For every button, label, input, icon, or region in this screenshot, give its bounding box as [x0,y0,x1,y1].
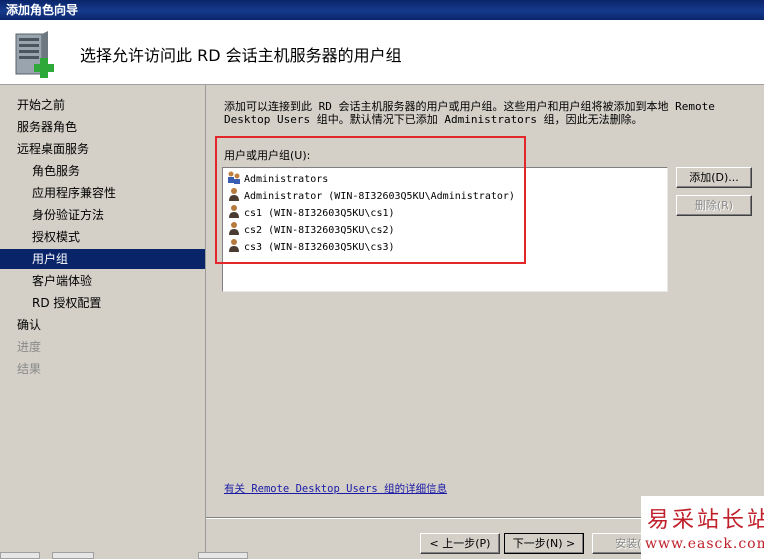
page-description: 添加可以连接到此 RD 会话主机服务器的用户或用户组。这些用户和用户组将被添加到… [224,100,715,126]
add-user-button[interactable]: 添加(D)... [676,167,752,188]
remove-user-button[interactable]: 删除(R) [676,195,752,216]
previous-button[interactable]: < 上一步(P) [420,533,500,554]
nav-step-remote-desktop-services[interactable]: 远程桌面服务 [0,139,205,159]
taskbar-fragment [52,552,94,559]
nav-step-app-compatibility[interactable]: 应用程序兼容性 [0,183,205,203]
user-group-listbox[interactable]: Administrators Administrator (WIN-8I3260… [222,167,668,292]
taskbar-fragment [198,552,248,559]
user-icon [229,188,239,201]
list-item[interactable]: Administrator (WIN-8I32603Q5KU\Administr… [227,187,515,204]
nav-step-rd-licensing-config[interactable]: RD 授权配置 [0,293,205,313]
server-add-role-icon [15,31,54,78]
wizard-content: 添加可以连接到此 RD 会话主机服务器的用户或用户组。这些用户和用户组将被添加到… [206,85,764,559]
entry-text: Administrator (WIN-8I32603Q5KU\Administr… [244,191,515,202]
watermark-url: www.easck.com [645,536,764,552]
nav-step-before-you-begin[interactable]: 开始之前 [0,95,205,115]
entry-text: cs2 (WIN-8I32603Q5KU\cs2) [244,225,395,236]
wizard-header: 选择允许访问此 RD 会话主机服务器的用户组 [0,20,764,85]
wizard-page-title: 选择允许访问此 RD 会话主机服务器的用户组 [80,46,402,65]
remote-desktop-users-info-link[interactable]: 有关 Remote Desktop Users 组的详细信息 [224,481,447,496]
user-icon [229,239,239,252]
nav-step-user-groups[interactable]: 用户组 [0,249,205,269]
entry-text: Administrators [244,174,329,185]
user-list-label: 用户或用户组(U): [224,149,311,162]
nav-step-confirmation[interactable]: 确认 [0,315,205,335]
group-icon [228,171,240,184]
nav-step-client-experience[interactable]: 客户端体验 [0,271,205,291]
wizard-step-nav: 开始之前 服务器角色 远程桌面服务 角色服务 应用程序兼容性 身份验证方法 授权… [0,85,206,559]
list-item[interactable]: cs3 (WIN-8I32603Q5KU\cs3) [227,238,395,255]
window-title: 添加角色向导 [6,3,79,17]
list-item[interactable]: cs2 (WIN-8I32603Q5KU\cs2) [227,221,395,238]
nav-step-authentication-method[interactable]: 身份验证方法 [0,205,205,225]
user-icon [229,205,239,218]
nav-step-server-roles[interactable]: 服务器角色 [0,117,205,137]
nav-step-progress: 进度 [17,340,42,354]
nav-step-results: 结果 [17,362,42,376]
list-item[interactable]: cs1 (WIN-8I32603Q5KU\cs1) [227,204,395,221]
watermark-text: 易采站长站 [647,508,764,533]
nav-step-licensing-mode[interactable]: 授权模式 [0,227,205,247]
site-watermark: 易采站长站 www.easck.com [641,496,764,559]
next-button[interactable]: 下一步(N) > [504,533,584,554]
window-title-bar: 添加角色向导 [0,0,764,20]
nav-step-role-services[interactable]: 角色服务 [0,161,205,181]
taskbar-fragment [0,552,40,559]
entry-text: cs3 (WIN-8I32603Q5KU\cs3) [244,242,395,253]
list-item[interactable]: Administrators [227,170,328,187]
user-icon [229,222,239,235]
entry-text: cs1 (WIN-8I32603Q5KU\cs1) [244,208,395,219]
